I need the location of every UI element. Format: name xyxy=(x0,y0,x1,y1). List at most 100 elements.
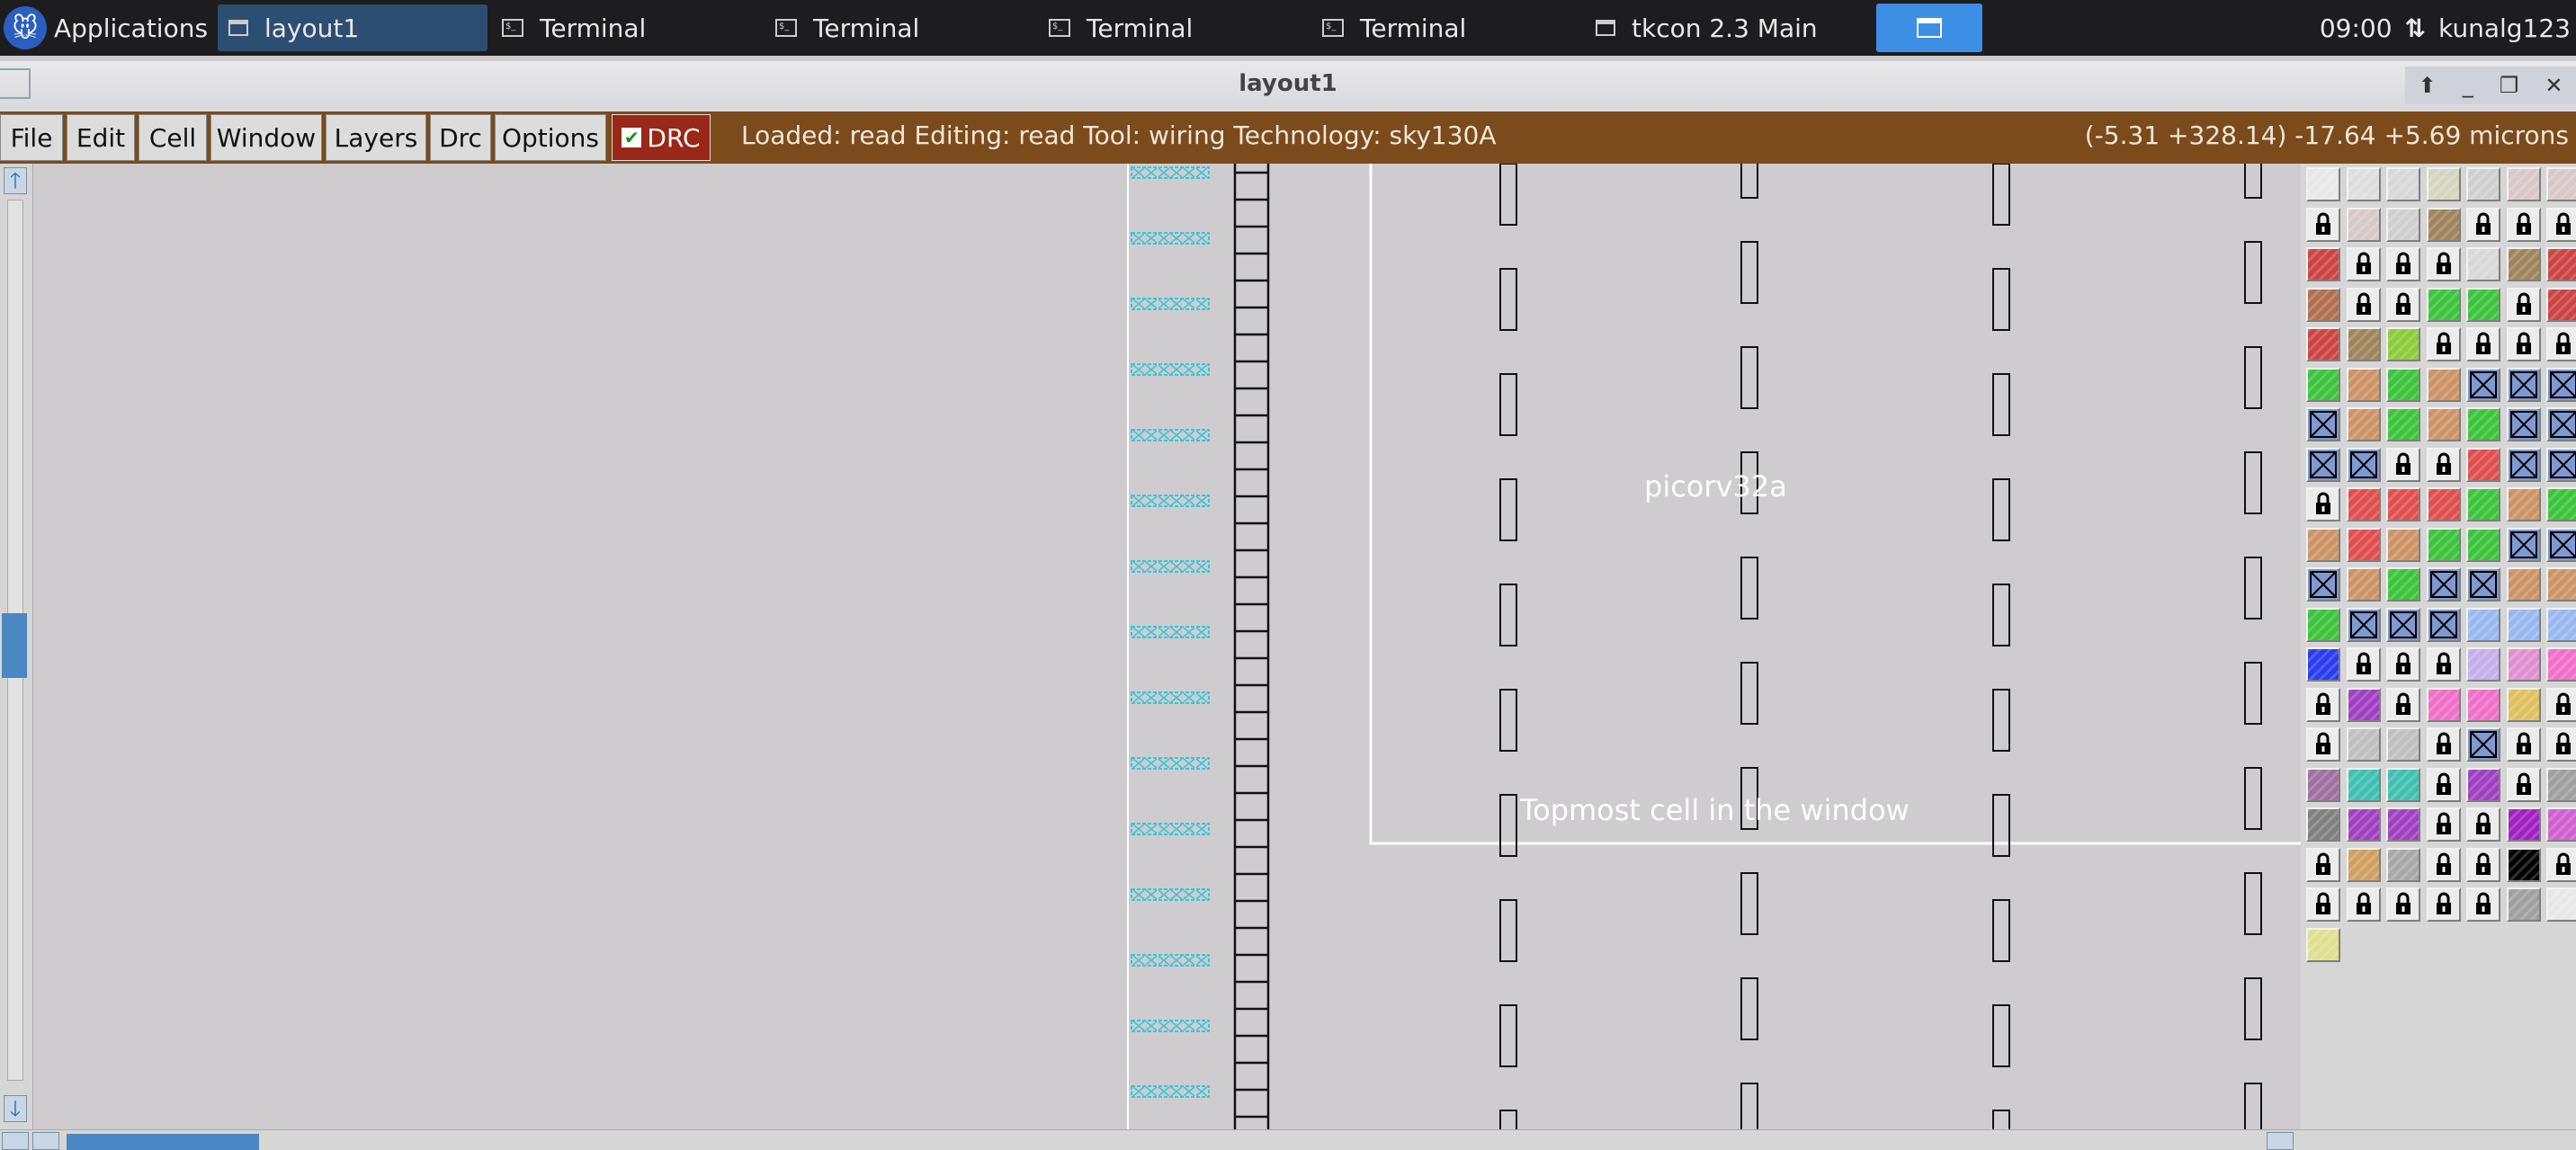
layer-lock-icon[interactable] xyxy=(2306,207,2340,242)
layer-swatch[interactable] xyxy=(2386,807,2420,842)
menu-file[interactable]: File xyxy=(0,114,63,161)
layer-lock-icon[interactable] xyxy=(2506,287,2541,322)
user-name[interactable]: kunalg123 xyxy=(2438,13,2571,43)
scroll-left-arrow-icon-2[interactable] xyxy=(32,1132,59,1150)
layer-swatch[interactable] xyxy=(2546,887,2576,922)
layer-swatch[interactable] xyxy=(2346,807,2381,842)
layer-swatch[interactable] xyxy=(2426,367,2461,402)
layer-lock-icon[interactable] xyxy=(2546,207,2576,242)
layer-lock-icon[interactable] xyxy=(2546,327,2576,361)
layer-swatch[interactable] xyxy=(2306,527,2340,562)
layer-lock-icon[interactable] xyxy=(2426,887,2461,922)
layer-swatch[interactable] xyxy=(2506,847,2541,882)
layer-swatch[interactable] xyxy=(2386,327,2420,361)
layer-lock-icon[interactable] xyxy=(2426,807,2461,842)
applications-menu[interactable]: 🐭 Applications xyxy=(0,0,208,56)
clock[interactable]: 09:00 xyxy=(2320,13,2393,43)
layer-swatch[interactable] xyxy=(2506,167,2541,201)
vertical-scrollbar[interactable]: 🡑 🡓 xyxy=(0,164,33,1129)
layer-swatch[interactable] xyxy=(2426,527,2461,562)
layer-swatch[interactable] xyxy=(2466,167,2500,201)
layer-swatch[interactable] xyxy=(2346,167,2381,201)
layer-lock-icon[interactable] xyxy=(2506,327,2541,361)
layer-swatch[interactable] xyxy=(2346,407,2381,441)
scroll-left-arrow-icon[interactable] xyxy=(2,1132,29,1150)
layer-swatch[interactable] xyxy=(2546,487,2576,522)
layer-swatch[interactable] xyxy=(2306,607,2340,642)
layer-lock-icon[interactable] xyxy=(2506,207,2541,242)
layer-lock-icon[interactable] xyxy=(2386,647,2420,682)
layer-swatch[interactable] xyxy=(2466,647,2500,682)
layer-swatch[interactable] xyxy=(2546,567,2576,602)
layer-swatch[interactable] xyxy=(2386,207,2420,242)
layer-swatch[interactable] xyxy=(2466,527,2500,562)
layer-lock-icon[interactable] xyxy=(2426,247,2461,281)
layer-swatch[interactable] xyxy=(2386,487,2420,522)
layer-swatch[interactable] xyxy=(2306,767,2340,802)
layer-swatch[interactable] xyxy=(2426,687,2461,722)
layer-swatch[interactable] xyxy=(2466,487,2500,522)
layer-lock-icon[interactable] xyxy=(2426,727,2461,762)
layer-contact-icon[interactable] xyxy=(2466,567,2500,602)
layer-swatch[interactable] xyxy=(2426,167,2461,201)
layer-swatch[interactable] xyxy=(2386,167,2420,201)
layer-swatch[interactable] xyxy=(2466,767,2500,802)
close-icon[interactable]: ✕ xyxy=(2545,73,2563,98)
layer-contact-icon[interactable] xyxy=(2466,367,2500,402)
layer-swatch[interactable] xyxy=(2506,567,2541,602)
layer-swatch[interactable] xyxy=(2426,287,2461,322)
layer-swatch[interactable] xyxy=(2506,487,2541,522)
layer-swatch[interactable] xyxy=(2346,207,2381,242)
layer-swatch[interactable] xyxy=(2426,207,2461,242)
task-terminal-1[interactable]: $_ Terminal xyxy=(491,4,761,51)
layer-swatch[interactable] xyxy=(2306,807,2340,842)
layer-contact-icon[interactable] xyxy=(2546,527,2576,562)
layer-swatch[interactable] xyxy=(2306,647,2340,682)
layer-contact-icon[interactable] xyxy=(2426,607,2461,642)
layer-lock-icon[interactable] xyxy=(2426,767,2461,802)
layer-swatch[interactable] xyxy=(2306,367,2340,402)
layer-swatch[interactable] xyxy=(2386,727,2420,762)
layer-swatch[interactable] xyxy=(2346,367,2381,402)
layer-lock-icon[interactable] xyxy=(2466,847,2500,882)
menu-window[interactable]: Window xyxy=(210,114,322,161)
layer-contact-icon[interactable] xyxy=(2306,567,2340,602)
layer-lock-icon[interactable] xyxy=(2386,247,2420,281)
layer-lock-icon[interactable] xyxy=(2306,727,2340,762)
layer-swatch[interactable] xyxy=(2546,247,2576,281)
layer-swatch[interactable] xyxy=(2466,687,2500,722)
layer-swatch[interactable] xyxy=(2386,767,2420,802)
layer-swatch[interactable] xyxy=(2346,767,2381,802)
up-icon[interactable]: ⬆ xyxy=(2419,73,2437,98)
layer-lock-icon[interactable] xyxy=(2466,207,2500,242)
layer-swatch[interactable] xyxy=(2346,567,2381,602)
layer-lock-icon[interactable] xyxy=(2346,287,2381,322)
layer-contact-icon[interactable] xyxy=(2386,607,2420,642)
layer-swatch[interactable] xyxy=(2306,247,2340,281)
layer-swatch[interactable] xyxy=(2306,927,2340,962)
layer-contact-icon[interactable] xyxy=(2506,527,2541,562)
layer-lock-icon[interactable] xyxy=(2426,647,2461,682)
layer-contact-icon[interactable] xyxy=(2306,447,2340,482)
layer-lock-icon[interactable] xyxy=(2386,287,2420,322)
layer-swatch[interactable] xyxy=(2386,527,2420,562)
layer-swatch[interactable] xyxy=(2346,687,2381,722)
checkbox-checked-icon[interactable]: ✔ xyxy=(622,128,642,147)
layer-lock-icon[interactable] xyxy=(2346,887,2381,922)
scroll-right-arrow-icon[interactable] xyxy=(2267,1132,2294,1150)
layer-lock-icon[interactable] xyxy=(2506,727,2541,762)
layer-lock-icon[interactable] xyxy=(2426,327,2461,361)
layer-contact-icon[interactable] xyxy=(2506,407,2541,441)
layer-swatch[interactable] xyxy=(2546,607,2576,642)
layer-swatch[interactable] xyxy=(2346,727,2381,762)
layer-swatch[interactable] xyxy=(2546,167,2576,201)
layer-swatch[interactable] xyxy=(2346,847,2381,882)
menu-drc[interactable]: Drc xyxy=(430,114,491,161)
layer-contact-icon[interactable] xyxy=(2306,407,2340,441)
layer-swatch[interactable] xyxy=(2466,407,2500,441)
layer-swatch[interactable] xyxy=(2506,887,2541,922)
show-desktop-button[interactable] xyxy=(1876,4,1982,52)
layer-swatch[interactable] xyxy=(2506,607,2541,642)
layer-lock-icon[interactable] xyxy=(2466,327,2500,361)
layer-swatch[interactable] xyxy=(2346,327,2381,361)
